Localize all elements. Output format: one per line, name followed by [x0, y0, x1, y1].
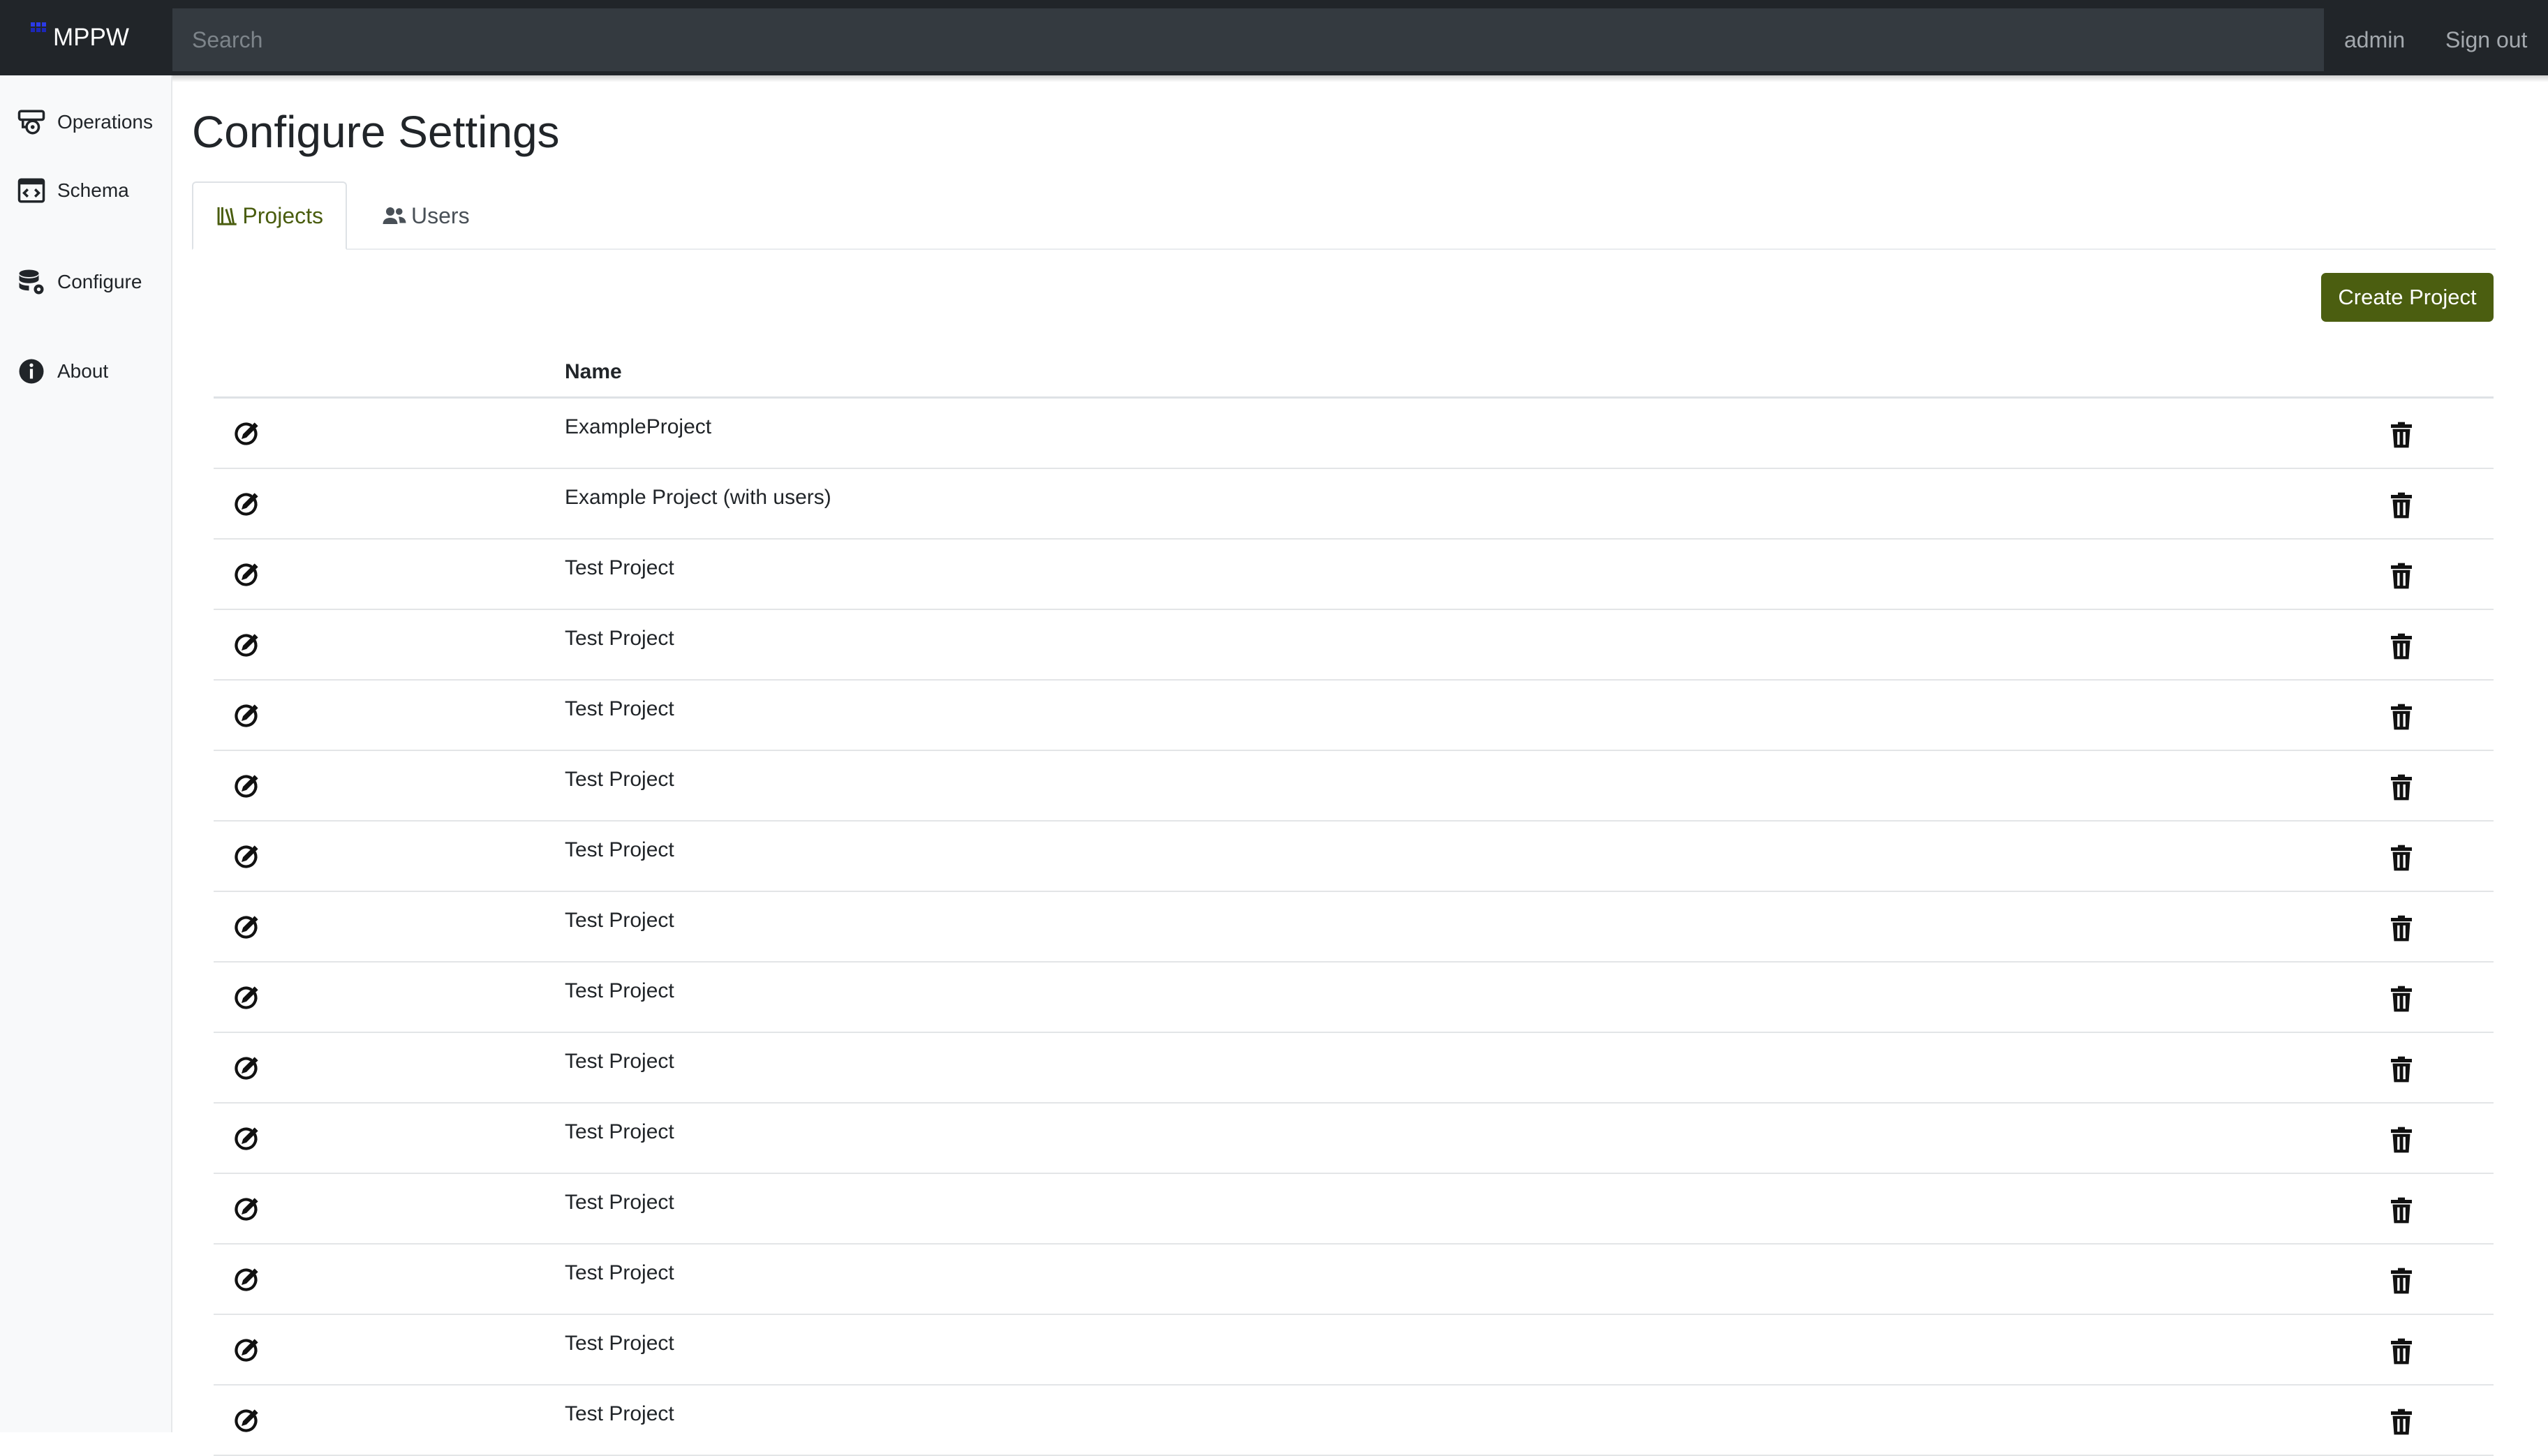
edit-icon[interactable]	[232, 772, 261, 801]
delete-icon[interactable]	[2387, 914, 2415, 942]
edit-icon[interactable]	[232, 1406, 261, 1436]
sidebar-item-operations[interactable]: Operations	[17, 101, 153, 143]
table-row: Test Project	[214, 540, 2494, 610]
edit-icon[interactable]	[232, 1054, 261, 1083]
project-name: Test Project	[565, 909, 674, 932]
project-name: Test Project	[565, 1191, 674, 1214]
tab-projects[interactable]: Projects	[192, 181, 347, 250]
edit-icon[interactable]	[232, 419, 261, 449]
sidebar-item-label: Configure	[57, 271, 142, 292]
table-row: Test Project	[214, 822, 2494, 892]
table-row: Test Project	[214, 1315, 2494, 1386]
edit-icon[interactable]	[232, 1265, 261, 1295]
mppw-logo-icon	[31, 22, 46, 32]
delete-icon[interactable]	[2387, 632, 2415, 660]
table-row: Test Project	[214, 610, 2494, 681]
delete-icon[interactable]	[2387, 491, 2415, 519]
table-row: Test Project	[214, 751, 2494, 822]
delete-icon[interactable]	[2387, 562, 2415, 590]
delete-icon[interactable]	[2387, 844, 2415, 872]
edit-icon[interactable]	[232, 560, 261, 590]
project-name: Test Project	[565, 697, 674, 720]
edit-icon[interactable]	[232, 631, 261, 660]
table-row: Test Project	[214, 681, 2494, 751]
table-row: Test Project	[214, 1386, 2494, 1456]
project-name: Example Project (with users)	[565, 486, 831, 509]
tab-label: Users	[411, 202, 470, 228]
edit-icon[interactable]	[232, 490, 261, 519]
edit-icon[interactable]	[232, 842, 261, 872]
sign-out-link[interactable]: Sign out	[2445, 0, 2527, 75]
sidebar-item-about[interactable]: About	[17, 350, 108, 392]
nav-user-link[interactable]: admin	[2344, 0, 2405, 75]
sidebar: Operations Schema Configure About	[0, 75, 172, 1432]
delete-icon[interactable]	[2387, 703, 2415, 731]
project-name: Test Project	[565, 768, 674, 791]
edit-icon[interactable]	[232, 701, 261, 731]
project-name: Test Project	[565, 979, 674, 1002]
project-name: Test Project	[565, 1402, 674, 1425]
table-row: ExampleProject	[214, 399, 2494, 469]
sidebar-item-label: Operations	[57, 111, 153, 133]
page-title: Configure Settings	[192, 107, 560, 157]
project-name: Test Project	[565, 838, 674, 861]
search-input[interactable]	[172, 8, 2324, 71]
delete-icon[interactable]	[2387, 1055, 2415, 1083]
edit-icon[interactable]	[232, 1195, 261, 1224]
brand-link[interactable]: MPPW	[25, 0, 129, 75]
sidebar-item-configure[interactable]: Configure	[17, 261, 142, 303]
table-row: Test Project	[214, 963, 2494, 1033]
project-name: Test Project	[565, 1332, 674, 1355]
tab-users[interactable]: Users	[360, 181, 492, 250]
table-row: Test Project	[214, 1174, 2494, 1245]
project-name: ExampleProject	[565, 415, 712, 438]
delete-icon[interactable]	[2387, 1196, 2415, 1224]
table-row: Test Project	[214, 1104, 2494, 1174]
project-name: Test Project	[565, 1261, 674, 1284]
table-row: Test Project	[214, 1033, 2494, 1104]
edit-icon[interactable]	[232, 1124, 261, 1154]
operations-icon	[17, 110, 45, 135]
brand-name: MPPW	[53, 24, 129, 51]
delete-icon[interactable]	[2387, 1337, 2415, 1365]
top-navbar: MPPW admin Sign out	[0, 0, 2548, 75]
project-name: Test Project	[565, 627, 674, 650]
sidebar-item-label: Schema	[57, 179, 129, 201]
delete-icon[interactable]	[2387, 985, 2415, 1013]
edit-icon[interactable]	[232, 913, 261, 942]
delete-icon[interactable]	[2387, 1408, 2415, 1436]
table-row: Test Project	[214, 1245, 2494, 1315]
tabs-divider	[192, 248, 2496, 250]
configure-icon	[19, 269, 44, 295]
table-row: Example Project (with users)	[214, 469, 2494, 540]
navbar-shadow	[0, 75, 2548, 82]
settings-tabs: Projects Users	[192, 181, 2496, 251]
column-header-name: Name	[565, 360, 622, 383]
delete-icon[interactable]	[2387, 421, 2415, 449]
info-icon	[19, 359, 44, 384]
delete-icon[interactable]	[2387, 773, 2415, 801]
project-name: Test Project	[565, 1050, 674, 1073]
library-icon	[217, 207, 237, 225]
users-icon	[383, 207, 406, 224]
sidebar-item-schema[interactable]: Schema	[17, 170, 129, 211]
sidebar-item-label: About	[57, 360, 109, 382]
edit-icon[interactable]	[232, 1336, 261, 1365]
delete-icon[interactable]	[2387, 1267, 2415, 1295]
table-row: Test Project	[214, 892, 2494, 963]
tab-label: Projects	[242, 202, 323, 228]
project-name: Test Project	[565, 556, 674, 579]
edit-icon[interactable]	[232, 983, 261, 1013]
delete-icon[interactable]	[2387, 1126, 2415, 1154]
schema-icon	[17, 178, 45, 203]
project-name: Test Project	[565, 1120, 674, 1143]
create-project-button[interactable]: Create Project	[2321, 273, 2494, 322]
